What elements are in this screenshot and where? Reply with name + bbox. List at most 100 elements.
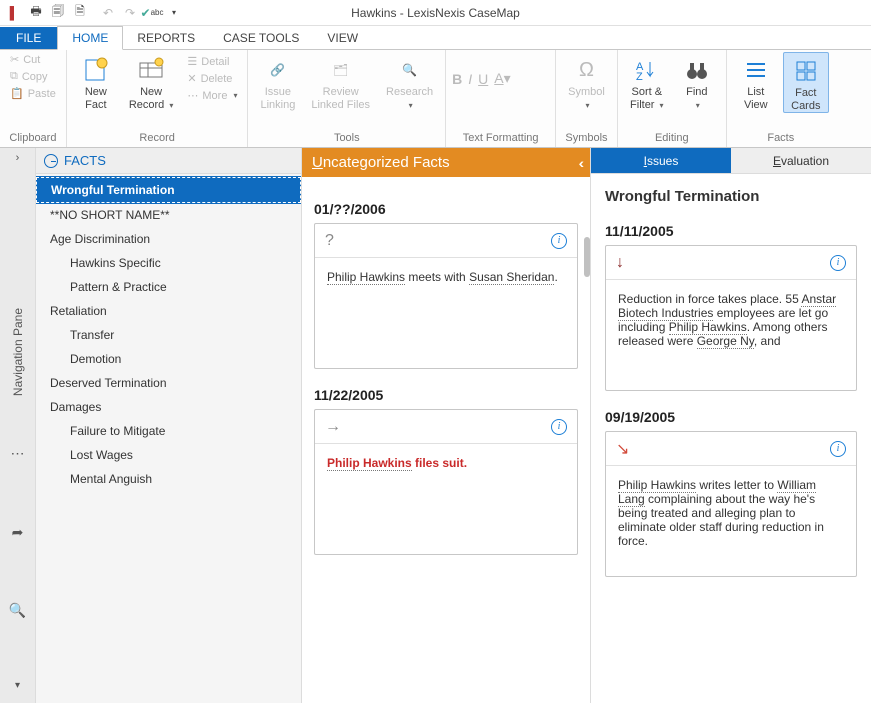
underline-icon[interactable]: U (478, 71, 488, 87)
tree-item[interactable]: Damages (36, 395, 301, 419)
scrollbar-thumb[interactable] (584, 237, 590, 277)
sort-filter-button[interactable]: AZ Sort & Filter ▾ (624, 52, 670, 111)
qat-customize-icon[interactable]: ▾ (164, 3, 184, 23)
fact-body: Reduction in force takes place. 55 Ansta… (606, 280, 856, 390)
facts-header-label: FACTS (64, 153, 106, 168)
info-icon[interactable]: i (551, 233, 567, 249)
tree-item[interactable]: Failure to Mitigate (36, 419, 301, 443)
right-card-area[interactable]: Wrongful Termination 11/11/2005 ↓iReducti… (591, 174, 871, 577)
clock-icon (44, 154, 58, 168)
tab-issues[interactable]: Issues (591, 148, 731, 173)
tab-file[interactable]: FILE (0, 27, 57, 49)
more-icon: ⋯ (187, 89, 198, 102)
bold-icon[interactable]: B (452, 71, 462, 87)
page-setup-icon[interactable]: 🗎 (70, 3, 90, 23)
tree-item[interactable]: Age Discrimination (36, 227, 301, 251)
tree-item[interactable]: Retaliation (36, 299, 301, 323)
detail-button[interactable]: ☰Detail (183, 54, 241, 69)
tab-case-tools[interactable]: CASE TOOLS (209, 27, 313, 49)
chevron-down-icon: ▾ (660, 101, 664, 110)
tree-item[interactable]: Lost Wages (36, 443, 301, 467)
fact-date: 09/19/2005 (605, 409, 857, 425)
group-label: Symbols (562, 130, 611, 147)
tree-item[interactable]: Deserved Termination (36, 371, 301, 395)
tree-item[interactable]: Hawkins Specific (36, 251, 301, 275)
svg-text:Z: Z (636, 71, 643, 82)
info-icon[interactable]: i (830, 255, 846, 271)
undo-icon[interactable]: ↶ (98, 3, 118, 23)
detail-icon: ☰ (187, 55, 197, 68)
font-color-icon[interactable]: A▾ (494, 70, 510, 87)
find-button[interactable]: Find▾ (674, 52, 720, 111)
symbol-button[interactable]: Ω Symbol▾ (562, 52, 611, 111)
tab-reports[interactable]: REPORTS (123, 27, 209, 49)
group-symbols: Ω Symbol▾ Symbols (556, 50, 618, 147)
navigation-rail: › Navigation Pane ⋯ ➦ 🔍 ▾ (0, 148, 36, 703)
fact-card[interactable]: →iPhilip Hawkins files suit. (314, 409, 578, 555)
list-view-button[interactable]: List View (733, 52, 779, 111)
issue-linking-button[interactable]: 🔗 Issue Linking (254, 52, 301, 111)
spellcheck-icon[interactable]: ✔abc (142, 3, 162, 23)
italic-icon[interactable]: I (468, 71, 472, 87)
tree-item[interactable]: Transfer (36, 323, 301, 347)
new-record-icon (137, 56, 165, 84)
ribbon-tabs: FILE HOME REPORTS CASE TOOLS VIEW (0, 26, 871, 50)
share-icon[interactable]: ➦ (12, 524, 24, 541)
main-area: › Navigation Pane ⋯ ➦ 🔍 ▾ FACTS Wrongful… (0, 148, 871, 703)
link-icon: 🔗 (264, 56, 292, 84)
copy-button[interactable]: ⧉Copy (6, 69, 60, 84)
fact-date: 11/11/2005 (605, 223, 857, 239)
tree-item[interactable]: Demotion (36, 347, 301, 371)
uncategorized-header: Uncategorized Facts ‹‹ (302, 148, 590, 177)
fact-card[interactable]: ↓iReduction in force takes place. 55 Ans… (605, 245, 857, 391)
research-button[interactable]: 🔍 Research▾ (380, 52, 439, 111)
search-icon[interactable]: 🔍 (9, 602, 26, 619)
right-tabs: Issues Evaluation (591, 148, 871, 174)
rail-expand-icon[interactable]: › (0, 148, 35, 168)
paste-button[interactable]: 📋Paste (6, 86, 60, 101)
group-tools: 🔗 Issue Linking 🗂 Review Linked Files 🔍 … (248, 50, 446, 147)
tree-item[interactable]: Mental Anguish (36, 467, 301, 491)
fact-date: 11/22/2005 (314, 387, 578, 403)
print-icon[interactable]: 🖶 (26, 3, 46, 23)
fact-card[interactable]: ↘iPhilip Hawkins writes letter to Willia… (605, 431, 857, 577)
tab-home[interactable]: HOME (57, 26, 123, 50)
sort-icon: AZ (633, 56, 661, 84)
uncategorized-column: Uncategorized Facts ‹‹ 01/??/2006 ?iPhili… (302, 148, 591, 703)
tree-item[interactable]: Wrongful Termination (36, 177, 301, 203)
print-preview-icon[interactable]: 🗐 (48, 3, 68, 23)
group-label: Clipboard (6, 130, 60, 147)
tree-item[interactable]: **NO SHORT NAME** (36, 203, 301, 227)
info-icon[interactable]: i (830, 441, 846, 457)
fact-date: 01/??/2006 (314, 201, 578, 217)
fact-card[interactable]: ?iPhilip Hawkins meets with Susan Sherid… (314, 223, 578, 369)
rail-dots-icon[interactable]: ⋯ (11, 445, 25, 462)
rail-chevron-down-icon[interactable]: ▾ (15, 680, 20, 691)
group-label: Record (73, 130, 242, 147)
tree-item[interactable]: Pattern & Practice (36, 275, 301, 299)
center-card-area[interactable]: 01/??/2006 ?iPhilip Hawkins meets with Su… (302, 177, 590, 555)
new-fact-button[interactable]: New Fact (73, 52, 119, 111)
ribbon: ✂Cut ⧉Copy 📋Paste Clipboard New Fact New… (0, 50, 871, 148)
new-fact-icon (82, 56, 110, 84)
status-icon: → (325, 418, 341, 436)
info-icon[interactable]: i (551, 419, 567, 435)
collapse-left-icon[interactable]: ‹‹ (579, 155, 580, 171)
issue-title: Wrongful Termination (605, 188, 857, 205)
cut-button[interactable]: ✂Cut (6, 52, 60, 67)
group-label: Text Formatting (452, 130, 549, 147)
tab-evaluation[interactable]: Evaluation (731, 148, 871, 173)
files-icon: 🗂 (327, 56, 355, 84)
delete-icon: ✕ (187, 72, 196, 85)
redo-icon[interactable]: ↷ (120, 3, 140, 23)
fact-cards-button[interactable]: Fact Cards (783, 52, 829, 113)
review-linked-files-button[interactable]: 🗂 Review Linked Files (305, 52, 376, 111)
tab-view[interactable]: VIEW (313, 27, 372, 49)
facts-header: FACTS (36, 148, 301, 174)
new-record-button[interactable]: New Record ▾ (123, 52, 180, 111)
group-editing: AZ Sort & Filter ▾ Find▾ Editing (618, 50, 727, 147)
delete-button[interactable]: ✕Delete (183, 71, 241, 86)
binoculars-icon (683, 56, 711, 84)
facts-sidebar: FACTS Wrongful Termination**NO SHORT NAM… (36, 148, 302, 703)
more-button[interactable]: ⋯More▾ (183, 88, 241, 103)
